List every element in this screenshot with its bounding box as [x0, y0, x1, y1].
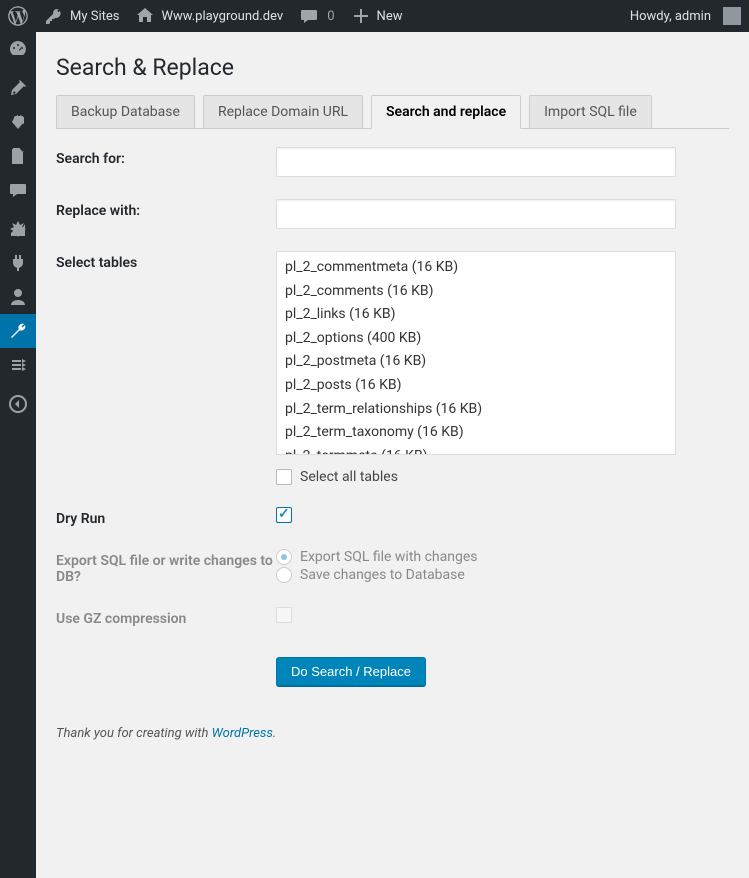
menu-settings[interactable]: [0, 348, 36, 382]
menu-comments[interactable]: [0, 173, 36, 207]
replace-with-input[interactable]: [276, 199, 676, 229]
menu-pages[interactable]: [0, 139, 36, 173]
comments-link[interactable]: 0: [291, 0, 342, 32]
comment-icon: [299, 6, 319, 26]
comment-count: 0: [327, 9, 334, 24]
key-icon: [44, 6, 64, 26]
tab-backup-database[interactable]: Backup Database: [56, 95, 195, 128]
my-sites-link[interactable]: My Sites: [36, 0, 127, 32]
avatar[interactable]: [723, 7, 741, 25]
new-content-text: New: [377, 9, 403, 24]
page-title: Search & Replace: [56, 54, 729, 81]
menu-dashboard[interactable]: [0, 32, 36, 66]
table-option[interactable]: pl_2_term_relationships (16 KB): [277, 398, 675, 422]
select-all-tables-checkbox[interactable]: [276, 469, 292, 485]
menu-posts[interactable]: [0, 71, 36, 105]
search-for-label: Search for:: [56, 147, 276, 177]
tables-select[interactable]: pl_2_commentmeta (16 KB)pl_2_comments (1…: [276, 251, 676, 455]
search-for-input[interactable]: [276, 147, 676, 177]
content-area: Search & Replace Backup Database Replace…: [36, 32, 749, 878]
select-tables-label: Select tables: [56, 251, 276, 485]
table-option[interactable]: pl_2_posts (16 KB): [277, 374, 675, 398]
admin-bar: My Sites Www.playground.dev 0 New Howdy,…: [0, 0, 749, 32]
export-sql-label: Export SQL file with changes: [300, 549, 478, 565]
new-content-link[interactable]: New: [343, 0, 411, 32]
select-all-tables-label: Select all tables: [300, 469, 398, 485]
gz-compression-label: Use GZ compression: [56, 607, 276, 627]
replace-with-label: Replace with:: [56, 199, 276, 229]
menu-media[interactable]: [0, 105, 36, 139]
table-option[interactable]: pl_2_links (16 KB): [277, 303, 675, 327]
admin-sidebar: [0, 32, 36, 878]
howdy-text[interactable]: Howdy, admin: [624, 9, 717, 24]
table-option[interactable]: pl_2_postmeta (16 KB): [277, 350, 675, 374]
table-option[interactable]: pl_2_commentmeta (16 KB): [277, 256, 675, 280]
menu-appearance[interactable]: [0, 212, 36, 246]
menu-tools[interactable]: [0, 314, 36, 348]
menu-plugins[interactable]: [0, 246, 36, 280]
plus-icon: [351, 6, 371, 26]
dry-run-checkbox[interactable]: [276, 507, 292, 523]
tab-search-and-replace[interactable]: Search and replace: [371, 95, 521, 129]
site-name-link[interactable]: Www.playground.dev: [127, 0, 291, 32]
gz-compression-checkbox[interactable]: [276, 607, 292, 623]
table-option[interactable]: pl_2_term_taxonomy (16 KB): [277, 421, 675, 445]
site-name-text: Www.playground.dev: [161, 9, 283, 24]
table-option[interactable]: pl_2_options (400 KB): [277, 327, 675, 351]
export-sql-radio[interactable]: [276, 549, 292, 565]
home-icon: [135, 6, 155, 26]
wp-logo[interactable]: [0, 0, 36, 32]
table-option[interactable]: pl_2_comments (16 KB): [277, 280, 675, 304]
export-or-db-label: Export SQL file or write changes to DB?: [56, 549, 276, 585]
save-db-radio[interactable]: [276, 567, 292, 583]
footer-credit: Thank you for creating with WordPress.: [56, 726, 729, 741]
dry-run-label: Dry Run: [56, 507, 276, 527]
wordpress-link[interactable]: WordPress: [212, 726, 273, 741]
save-db-label: Save changes to Database: [300, 567, 465, 583]
menu-users[interactable]: [0, 280, 36, 314]
menu-collapse[interactable]: [0, 387, 36, 421]
submit-button[interactable]: Do Search / Replace: [276, 657, 426, 686]
tab-replace-domain-url[interactable]: Replace Domain URL: [203, 95, 363, 128]
table-option[interactable]: pl_2_termmeta (16 KB): [277, 445, 675, 455]
tabs: Backup Database Replace Domain URL Searc…: [56, 95, 729, 129]
wordpress-icon: [8, 6, 28, 26]
my-sites-text: My Sites: [70, 9, 119, 24]
tab-import-sql-file[interactable]: Import SQL file: [529, 95, 652, 128]
